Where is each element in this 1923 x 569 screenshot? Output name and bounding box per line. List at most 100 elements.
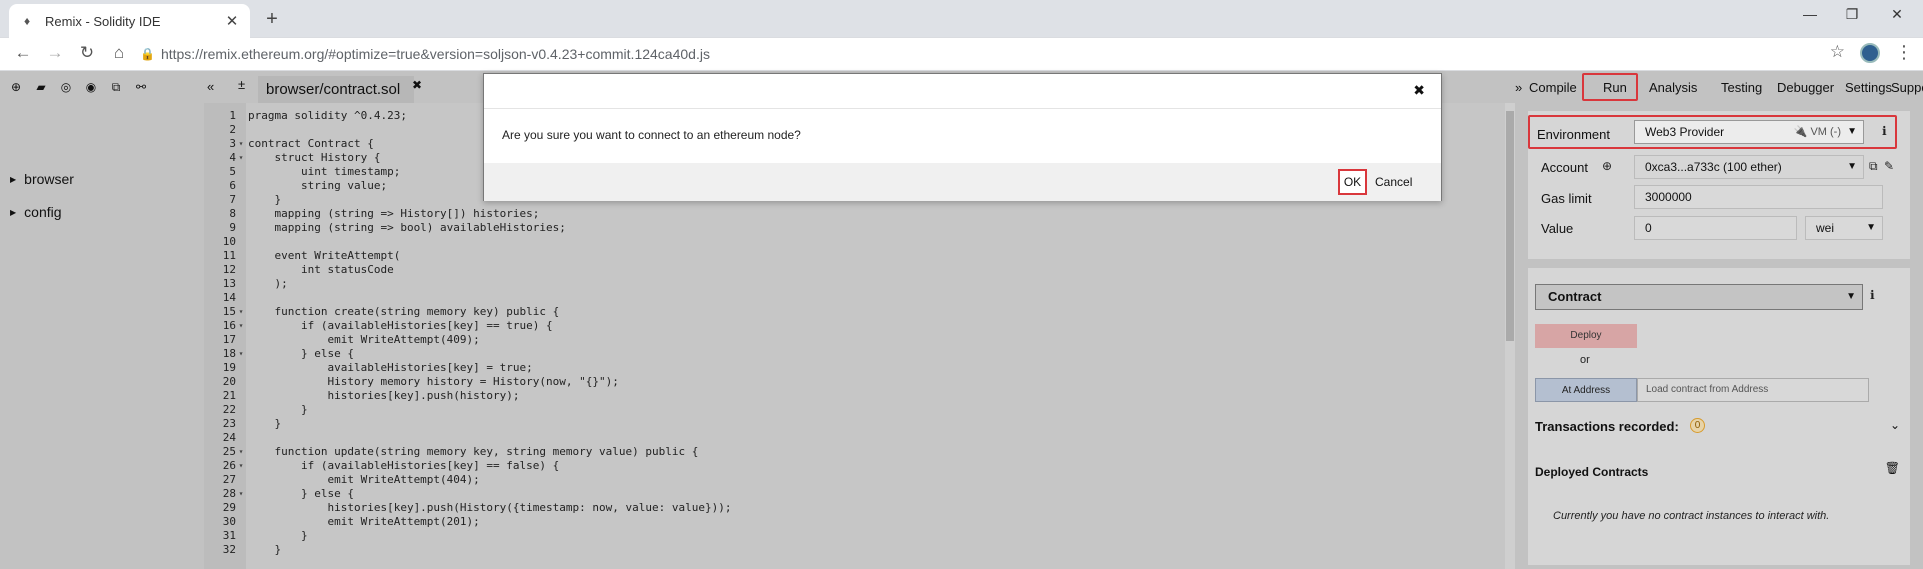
code-line[interactable]: 23 }: [204, 417, 1504, 431]
fold-arrow-icon[interactable]: [236, 417, 246, 431]
editor-file-tab[interactable]: browser/contract.sol: [258, 76, 415, 103]
fold-arrow-icon[interactable]: ▾: [236, 319, 246, 333]
back-icon[interactable]: ←: [12, 43, 34, 63]
fold-arrow-icon[interactable]: [236, 123, 246, 137]
tab-debugger[interactable]: Debugger: [1777, 80, 1834, 95]
code-line[interactable]: 8 mapping (string => History[]) historie…: [204, 207, 1504, 221]
gist-icon[interactable]: ◉: [85, 80, 97, 94]
expand-icon[interactable]: ±: [238, 77, 245, 92]
code-text[interactable]: emit WriteAttempt(201);: [246, 515, 479, 529]
code-line[interactable]: 22 }: [204, 403, 1504, 417]
code-line[interactable]: 20 History memory history = History(now,…: [204, 375, 1504, 389]
code-line[interactable]: 28 ▾ } else {: [204, 487, 1504, 501]
code-text[interactable]: }: [246, 417, 281, 431]
code-line[interactable]: 26 ▾ if (availableHistories[key] == false…: [204, 459, 1504, 473]
new-tab-button[interactable]: +: [262, 8, 282, 31]
open-folder-icon[interactable]: ▰: [35, 80, 47, 94]
collapse-right-icon[interactable]: »: [1515, 80, 1522, 95]
code-line[interactable]: 13 );: [204, 277, 1504, 291]
code-line[interactable]: 31 }: [204, 529, 1504, 543]
collapse-left-icon[interactable]: «: [207, 79, 214, 94]
address-bar[interactable]: 🔒 https://remix.ethereum.org/#optimize=t…: [140, 42, 1863, 66]
editor-scrollbar[interactable]: [1505, 103, 1515, 569]
fold-arrow-icon[interactable]: [236, 333, 246, 347]
code-text[interactable]: pragma solidity ^0.4.23;: [246, 109, 407, 123]
fold-arrow-icon[interactable]: ▾: [236, 305, 246, 319]
code-text[interactable]: } else {: [246, 347, 354, 361]
fold-arrow-icon[interactable]: ▾: [236, 459, 246, 473]
code-line[interactable]: 30 emit WriteAttempt(201);: [204, 515, 1504, 529]
tab-analysis[interactable]: Analysis: [1649, 80, 1697, 95]
restore-icon[interactable]: ❐: [1842, 6, 1862, 23]
copy-icon[interactable]: ⧉: [110, 80, 122, 95]
code-text[interactable]: }: [246, 403, 308, 417]
fold-arrow-icon[interactable]: ▾: [236, 487, 246, 501]
account-select[interactable]: 0xca3...a733c (100 ether) ▼: [1634, 155, 1864, 179]
fold-arrow-icon[interactable]: [236, 249, 246, 263]
tab-compile[interactable]: Compile: [1529, 80, 1577, 95]
fold-arrow-icon[interactable]: [236, 431, 246, 445]
code-text[interactable]: function create(string memory key) publi…: [246, 305, 559, 319]
fold-arrow-icon[interactable]: ▾: [236, 347, 246, 361]
fold-arrow-icon[interactable]: [236, 109, 246, 123]
code-line[interactable]: 18 ▾ } else {: [204, 347, 1504, 361]
ok-button[interactable]: OK: [1338, 169, 1367, 195]
transactions-recorded-card[interactable]: Transactions recorded: 0 ⌄: [1528, 406, 1910, 448]
code-text[interactable]: event WriteAttempt(: [246, 249, 400, 263]
contract-select[interactable]: Contract ▼: [1535, 284, 1863, 310]
scrollbar-thumb[interactable]: [1506, 111, 1514, 341]
fold-arrow-icon[interactable]: [236, 179, 246, 193]
code-line[interactable]: 12 int statusCode: [204, 263, 1504, 277]
trash-icon[interactable]: 🗑: [1885, 461, 1900, 475]
code-text[interactable]: } else {: [246, 487, 354, 501]
chevron-down-icon[interactable]: ⌄: [1890, 418, 1900, 432]
forward-icon[interactable]: →: [44, 43, 66, 63]
fold-arrow-icon[interactable]: [236, 529, 246, 543]
fold-arrow-icon[interactable]: [236, 263, 246, 277]
window-close-icon[interactable]: ✕: [1887, 6, 1907, 23]
edit-icon[interactable]: ✎: [1884, 159, 1894, 173]
tab-testing[interactable]: Testing: [1721, 80, 1762, 95]
fold-arrow-icon[interactable]: [236, 361, 246, 375]
tree-item-browser[interactable]: ▶ browser: [10, 171, 74, 187]
code-text[interactable]: }: [246, 193, 281, 207]
code-text[interactable]: uint timestamp;: [246, 165, 400, 179]
code-text[interactable]: histories[key].push(history);: [246, 389, 519, 403]
browser-tab[interactable]: ♦ Remix - Solidity IDE ✕: [9, 4, 250, 38]
fold-arrow-icon[interactable]: [236, 389, 246, 403]
fold-arrow-icon[interactable]: [236, 165, 246, 179]
fold-arrow-icon[interactable]: [236, 235, 246, 249]
at-address-button[interactable]: At Address: [1535, 378, 1637, 402]
reload-icon[interactable]: ↻: [76, 43, 98, 63]
connect-localhost-icon[interactable]: ⚯: [135, 80, 147, 94]
code-line[interactable]: 21 histories[key].push(history);: [204, 389, 1504, 403]
url-text[interactable]: https://remix.ethereum.org/#optimize=tru…: [161, 46, 710, 62]
code-line[interactable]: 14: [204, 291, 1504, 305]
code-text[interactable]: struct History {: [246, 151, 380, 165]
modal-close-icon[interactable]: ✖: [1413, 82, 1425, 99]
browser-menu-icon[interactable]: ⋮: [1895, 42, 1913, 63]
code-line[interactable]: 11 event WriteAttempt(: [204, 249, 1504, 263]
code-line[interactable]: 27 emit WriteAttempt(404);: [204, 473, 1504, 487]
code-line[interactable]: 25 ▾ function update(string memory key, s…: [204, 445, 1504, 459]
gas-limit-input[interactable]: 3000000: [1634, 185, 1883, 209]
fold-arrow-icon[interactable]: [236, 473, 246, 487]
deploy-button[interactable]: Deploy: [1535, 324, 1637, 348]
code-text[interactable]: mapping (string => bool) availableHistor…: [246, 221, 565, 235]
fold-arrow-icon[interactable]: [236, 515, 246, 529]
home-icon[interactable]: ⌂: [108, 43, 130, 63]
fold-arrow-icon[interactable]: ▾: [236, 151, 246, 165]
fold-arrow-icon[interactable]: [236, 291, 246, 305]
code-text[interactable]: if (availableHistories[key] == false) {: [246, 459, 559, 473]
code-text[interactable]: [246, 291, 248, 305]
code-text[interactable]: availableHistories[key] = true;: [246, 361, 532, 375]
code-text[interactable]: function update(string memory key, strin…: [246, 445, 698, 459]
code-text[interactable]: );: [246, 277, 287, 291]
fold-arrow-icon[interactable]: [236, 403, 246, 417]
code-text[interactable]: mapping (string => History[]) histories;: [246, 207, 539, 221]
cancel-button[interactable]: Cancel: [1375, 175, 1412, 189]
code-line[interactable]: 9 mapping (string => bool) availableHist…: [204, 221, 1504, 235]
code-line[interactable]: 10: [204, 235, 1504, 249]
fold-arrow-icon[interactable]: [236, 193, 246, 207]
code-text[interactable]: }: [246, 529, 308, 543]
